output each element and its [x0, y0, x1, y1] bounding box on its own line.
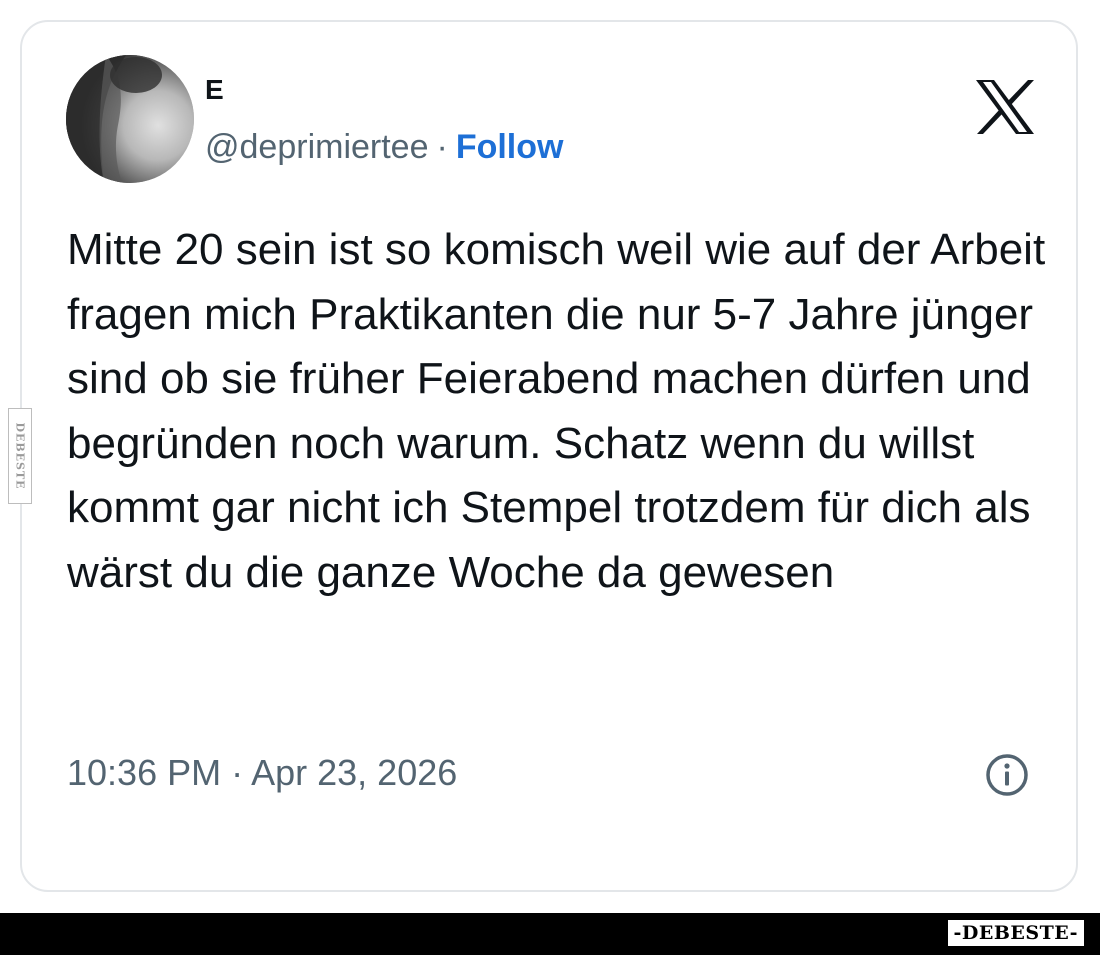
- handle-row: @deprimiertee · Follow: [205, 128, 563, 167]
- tweet-timestamp[interactable]: 10:36 PM · Apr 23, 2026: [67, 752, 457, 794]
- brand-watermark: -DEBESTE-: [947, 920, 1084, 946]
- bottom-bar: -DEBESTE-: [0, 913, 1100, 955]
- follow-button[interactable]: Follow: [456, 128, 564, 166]
- separator-dot: ·: [436, 128, 448, 166]
- tweet-text: Mitte 20 sein ist so komisch weil wie au…: [67, 225, 1046, 597]
- user-handle[interactable]: @deprimiertee: [205, 128, 429, 166]
- page: E @deprimiertee · Follow Mitte 20 sein ist…: [0, 0, 1100, 955]
- side-watermark-text: DEBESTE: [13, 422, 27, 490]
- info-icon[interactable]: [984, 752, 1030, 798]
- avatar[interactable]: [66, 55, 194, 183]
- avatar-image: [66, 55, 194, 183]
- tweet-card: E @deprimiertee · Follow Mitte 20 sein ist…: [20, 20, 1078, 892]
- x-logo-icon[interactable]: [974, 78, 1036, 136]
- side-watermark: DEBESTE: [8, 408, 32, 504]
- user-display-name[interactable]: E: [205, 74, 224, 106]
